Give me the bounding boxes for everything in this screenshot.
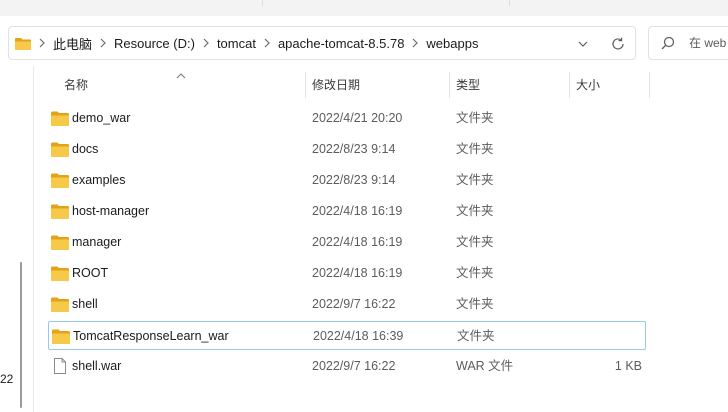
file-size: 1 KB — [614, 359, 642, 373]
file-modified: 2022/4/18 16:19 — [312, 235, 403, 249]
breadcrumb-item-this-pc[interactable]: 此电脑 — [49, 34, 96, 53]
file-name[interactable]: host-manager — [72, 197, 149, 226]
file-row[interactable]: demo_war 2022/4/21 20:20 文件夹 — [48, 104, 646, 133]
column-divider[interactable] — [649, 72, 650, 98]
file-row[interactable]: shell.war 2022/9/7 16:22 WAR 文件 1 KB — [48, 352, 646, 381]
tab-divider — [509, 0, 510, 6]
column-header-modified[interactable]: 修改日期 — [312, 70, 360, 100]
file-type: 文件夹 — [456, 111, 494, 125]
breadcrumb-item-drive[interactable]: Resource (D:) — [110, 36, 199, 51]
folder-icon — [51, 203, 69, 219]
folder-icon — [15, 27, 35, 59]
file-modified: 2022/9/7 16:22 — [312, 297, 396, 311]
file-row[interactable]: TomcatResponseLearn_war 2022/4/18 16:39 文件… — [48, 321, 646, 350]
column-header-type[interactable]: 类型 — [456, 70, 480, 100]
nav-truncated-text: 22 — [0, 372, 14, 386]
sort-ascending-icon — [176, 69, 186, 79]
folder-icon — [51, 234, 69, 250]
file-name[interactable]: TomcatResponseLearn_war — [73, 322, 229, 351]
navigation-pane: 22 — [0, 66, 34, 412]
file-name[interactable]: demo_war — [72, 104, 130, 133]
column-header-size[interactable]: 大小 — [576, 70, 600, 100]
file-type: 文件夹 — [456, 266, 494, 280]
file-row[interactable]: ROOT 2022/4/18 16:19 文件夹 — [48, 259, 646, 288]
file-type: 文件夹 — [456, 297, 494, 311]
breadcrumb-item-tomcat[interactable]: tomcat — [213, 36, 260, 51]
file-modified: 2022/8/23 9:14 — [312, 173, 396, 187]
folder-icon — [51, 265, 69, 281]
file-row[interactable]: manager 2022/4/18 16:19 文件夹 — [48, 228, 646, 257]
file-type: 文件夹 — [456, 142, 494, 156]
refresh-icon[interactable] — [609, 35, 627, 53]
search-icon — [661, 36, 675, 50]
column-divider[interactable] — [449, 72, 450, 98]
file-modified: 2022/9/7 16:22 — [312, 359, 396, 373]
folder-icon — [52, 328, 70, 344]
column-header-name[interactable]: 名称 — [64, 70, 88, 100]
column-divider[interactable] — [305, 72, 306, 98]
file-modified: 2022/4/18 16:19 — [312, 204, 403, 218]
file-row[interactable]: shell 2022/9/7 16:22 文件夹 — [48, 290, 646, 319]
chevron-right-icon — [408, 27, 422, 59]
chevron-right-icon — [260, 27, 274, 59]
file-type: 文件夹 — [456, 173, 494, 187]
search-box[interactable]: 在 web — [648, 26, 728, 60]
chevron-right-icon — [199, 27, 213, 59]
file-icon — [51, 358, 69, 374]
file-modified: 2022/8/23 9:14 — [312, 142, 396, 156]
file-row[interactable]: docs 2022/8/23 9:14 文件夹 — [48, 135, 646, 164]
breadcrumb-item-webapps[interactable]: webapps — [422, 36, 482, 51]
file-type: 文件夹 — [456, 204, 494, 218]
column-divider[interactable] — [569, 72, 570, 98]
file-row[interactable]: host-manager 2022/4/18 16:19 文件夹 — [48, 197, 646, 226]
file-name[interactable]: shell.war — [72, 352, 121, 381]
tab-strip — [0, 0, 728, 16]
file-name[interactable]: manager — [72, 228, 121, 257]
file-type: 文件夹 — [456, 235, 494, 249]
file-name[interactable]: shell — [72, 290, 98, 319]
folder-icon — [51, 172, 69, 188]
breadcrumb: 此电脑 Resource (D:) tomcat apache-tomcat-8… — [15, 27, 482, 59]
file-type: WAR 文件 — [456, 359, 514, 373]
file-row[interactable]: examples 2022/8/23 9:14 文件夹 — [48, 166, 646, 195]
file-name[interactable]: ROOT — [72, 259, 108, 288]
file-modified: 2022/4/21 20:20 — [312, 111, 403, 125]
folder-icon — [51, 296, 69, 312]
file-modified: 2022/4/18 16:39 — [313, 329, 404, 343]
search-input[interactable]: 在 web — [689, 27, 726, 59]
breadcrumb-item-apache-tomcat[interactable]: apache-tomcat-8.5.78 — [274, 36, 408, 51]
file-type: 文件夹 — [457, 329, 495, 343]
file-name[interactable]: docs — [72, 135, 98, 164]
address-bar[interactable]: 此电脑 Resource (D:) tomcat apache-tomcat-8… — [8, 26, 636, 60]
file-name[interactable]: examples — [72, 166, 126, 195]
folder-icon — [51, 141, 69, 157]
chevron-right-icon — [96, 27, 110, 59]
tab-divider — [262, 0, 263, 6]
chevron-right-icon — [35, 27, 49, 59]
folder-icon — [51, 110, 69, 126]
file-modified: 2022/4/18 16:19 — [312, 266, 403, 280]
pane-divider[interactable] — [33, 66, 34, 412]
nav-scrollbar[interactable] — [20, 262, 22, 408]
chevron-down-icon[interactable] — [575, 36, 591, 52]
